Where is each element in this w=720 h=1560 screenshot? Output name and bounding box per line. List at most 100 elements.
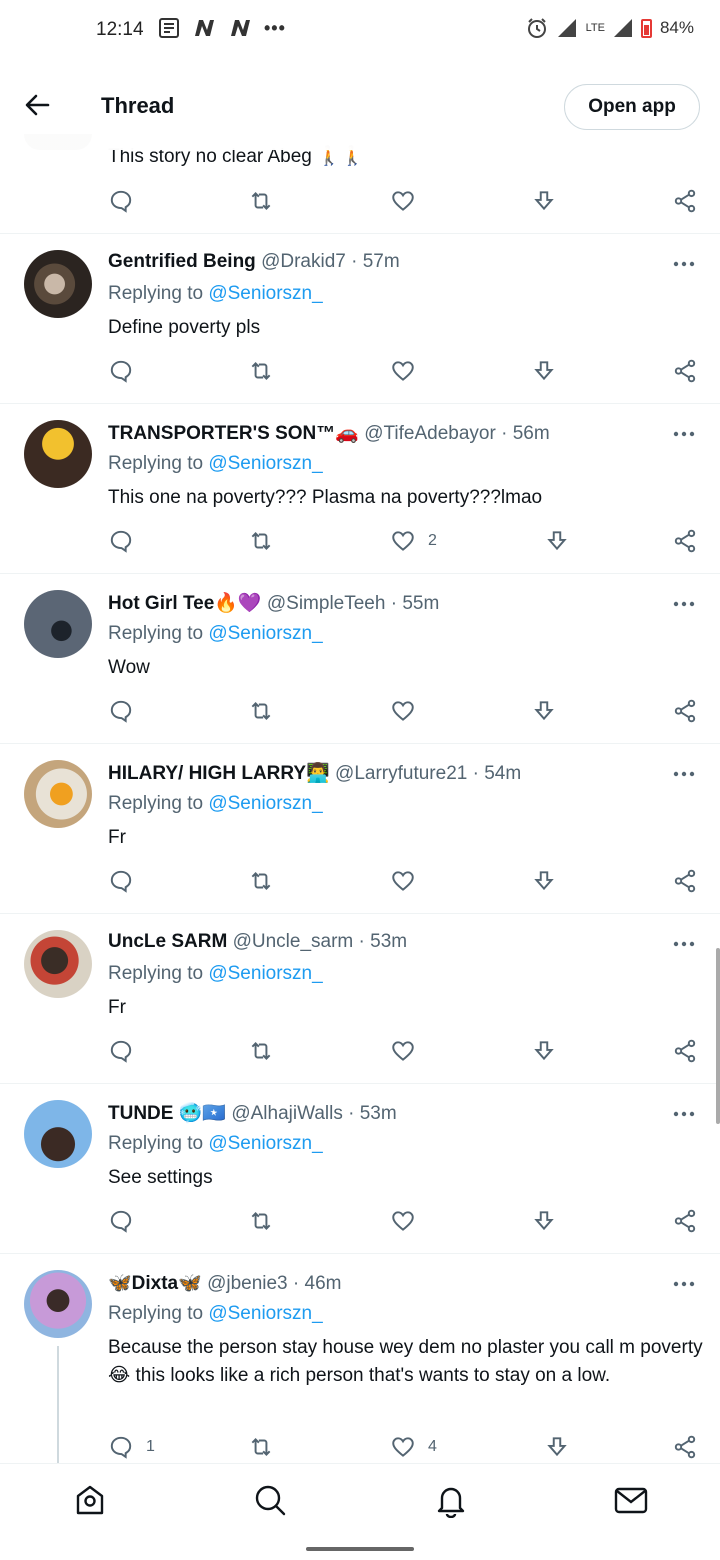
download-button[interactable] [544, 528, 570, 554]
like-button[interactable] [390, 698, 428, 724]
tweet-time[interactable]: 46m [305, 1273, 342, 1294]
retweet-button[interactable] [248, 1038, 286, 1064]
mention-link[interactable]: @Seniorszn_ [208, 453, 322, 474]
like-button[interactable] [390, 188, 416, 214]
retweet-button[interactable] [248, 358, 286, 384]
messages-icon[interactable] [613, 1482, 649, 1518]
like-button[interactable]: 4 [390, 1434, 437, 1460]
avatar[interactable] [24, 1270, 92, 1338]
author-handle[interactable]: @Uncle_sarm [233, 931, 354, 952]
reply-button[interactable] [108, 188, 134, 214]
author-name[interactable]: TRANSPORTER'S SON™🚗 [108, 423, 359, 444]
download-button[interactable] [544, 1434, 570, 1460]
avatar[interactable] [24, 420, 92, 488]
author-handle[interactable]: @AlhajiWalls [231, 1103, 343, 1124]
avatar[interactable] [24, 1100, 92, 1168]
avatar[interactable] [24, 760, 92, 828]
reply-button[interactable] [108, 1208, 146, 1234]
author-handle[interactable]: @jbenie3 [207, 1273, 288, 1294]
retweet-button[interactable] [248, 1434, 286, 1460]
tweet[interactable]: UncLe SARM @Uncle_sarm · 53m Replying to … [0, 914, 720, 1084]
share-button[interactable] [672, 1038, 698, 1064]
mention-link[interactable]: @Seniorszn_ [208, 963, 322, 984]
share-button[interactable] [672, 698, 698, 724]
home-icon[interactable] [72, 1482, 108, 1518]
like-button[interactable] [390, 1038, 428, 1064]
download-button[interactable] [531, 698, 557, 724]
retweet-button[interactable] [248, 528, 286, 554]
author-name[interactable]: UncLe SARM [108, 931, 227, 952]
tweet[interactable]: Gentrified Being @Drakid7 · 57m Replying … [0, 234, 720, 404]
mention-link[interactable]: @Seniorszn_ [208, 623, 322, 644]
tweet[interactable]: TUNDE 🥶🇸🇴 @AlhajiWalls · 53m Replying to … [0, 1084, 720, 1254]
reply-button[interactable] [108, 358, 146, 384]
replying-label: Replying to [108, 793, 204, 814]
reply-button[interactable] [108, 1038, 146, 1064]
scrollbar[interactable] [716, 948, 720, 1124]
more-options-icon[interactable] [672, 768, 696, 780]
more-options-icon[interactable] [672, 258, 696, 270]
share-button[interactable] [672, 868, 698, 894]
author-name[interactable]: 🦋Dixta🦋 [108, 1273, 202, 1294]
gesture-bar[interactable] [306, 1547, 414, 1551]
author-handle[interactable]: @Larryfuture21 [335, 763, 467, 784]
back-arrow-icon[interactable] [20, 88, 54, 122]
like-button[interactable] [390, 868, 428, 894]
author-handle[interactable]: @Drakid7 [261, 251, 346, 272]
more-options-icon[interactable] [672, 428, 696, 440]
mention-link[interactable]: @Seniorszn_ [208, 1133, 322, 1154]
avatar[interactable] [24, 250, 92, 318]
more-options-icon[interactable] [672, 938, 696, 950]
tweet-time[interactable]: 53m [360, 1103, 397, 1124]
download-icon [534, 701, 554, 721]
like-button[interactable] [390, 1208, 428, 1234]
tweet-time[interactable]: 57m [363, 251, 400, 272]
reply-button[interactable] [108, 868, 146, 894]
download-button[interactable] [531, 358, 557, 384]
reply-button[interactable] [108, 698, 146, 724]
author-handle[interactable]: @SimpleTeeh [267, 593, 386, 614]
avatar[interactable] [24, 590, 92, 658]
avatar[interactable] [24, 930, 92, 998]
download-button[interactable] [531, 868, 557, 894]
open-app-button[interactable]: Open app [564, 84, 700, 130]
share-button[interactable] [672, 188, 698, 214]
share-button[interactable] [672, 358, 698, 384]
share-button[interactable] [672, 1434, 698, 1460]
author-name[interactable]: TUNDE 🥶🇸🇴 [108, 1103, 226, 1124]
more-options-icon[interactable] [672, 1278, 696, 1290]
retweet-button[interactable] [248, 698, 286, 724]
download-button[interactable] [531, 1208, 557, 1234]
tweet-time[interactable]: 56m [513, 423, 550, 444]
author-handle[interactable]: @TifeAdebayor [364, 423, 496, 444]
retweet-button[interactable] [248, 1208, 286, 1234]
mention-link[interactable]: @Seniorszn_ [208, 793, 322, 814]
tweet[interactable]: TRANSPORTER'S SON™🚗 @TifeAdebayor · 56m R… [0, 404, 720, 574]
like-button[interactable]: 2 [390, 528, 437, 554]
download-button[interactable] [531, 188, 557, 214]
mention-link[interactable]: @Seniorszn_ [208, 283, 322, 304]
tweet[interactable]: HILARY/ HIGH LARRY👨‍💻 @Larryfuture21 · 5… [0, 744, 720, 914]
tweet-time[interactable]: 55m [402, 593, 439, 614]
more-options-icon[interactable] [672, 598, 696, 610]
tweet[interactable]: 🦋Dixta🦋 @jbenie3 · 46m Replying to @Senio… [0, 1254, 720, 1466]
reply-button[interactable]: 1 [108, 1434, 155, 1460]
retweet-button[interactable] [248, 868, 286, 894]
tweet-time[interactable]: 54m [484, 763, 521, 784]
more-options-icon[interactable] [672, 1108, 696, 1120]
share-button[interactable] [672, 1208, 698, 1234]
mention-link[interactable]: @Seniorszn_ [208, 1303, 322, 1324]
tweet-actions [108, 698, 700, 726]
reply-button[interactable] [108, 528, 146, 554]
notifications-icon[interactable] [433, 1482, 469, 1518]
author-name[interactable]: HILARY/ HIGH LARRY👨‍💻 [108, 763, 330, 784]
retweet-button[interactable] [248, 188, 274, 214]
author-name[interactable]: Gentrified Being [108, 251, 256, 272]
tweet-time[interactable]: 53m [370, 931, 407, 952]
like-button[interactable] [390, 358, 428, 384]
share-button[interactable] [672, 528, 698, 554]
tweet[interactable]: Hot Girl Tee🔥💜 @SimpleTeeh · 55m Replying… [0, 574, 720, 744]
author-name[interactable]: Hot Girl Tee🔥💜 [108, 593, 262, 614]
download-button[interactable] [531, 1038, 557, 1064]
search-icon[interactable] [252, 1482, 288, 1518]
